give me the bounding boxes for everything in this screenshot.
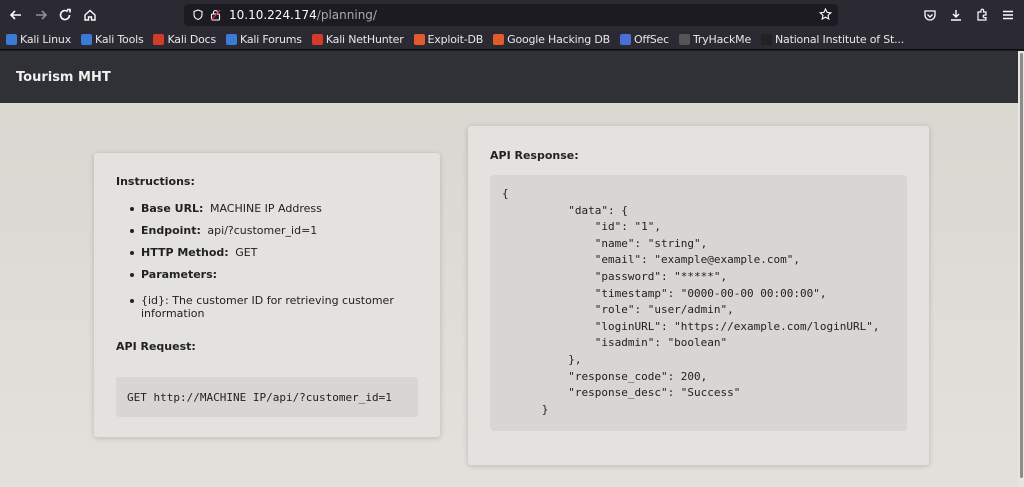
instructions-list: Base URL: MACHINE IP Address Endpoint: a… xyxy=(116,202,418,281)
instructions-heading: Instructions: xyxy=(116,175,195,188)
scrollbar-thumb[interactable] xyxy=(1020,53,1023,478)
instruction-parameters: Parameters: xyxy=(116,268,418,281)
shield-icon[interactable] xyxy=(192,9,204,21)
scrollbar[interactable] xyxy=(1018,51,1024,487)
instruction-endpoint: Endpoint: api/?customer_id=1 xyxy=(116,224,418,237)
extensions-icon[interactable] xyxy=(972,5,992,25)
api-request-text: GET http://MACHINE IP/api/?customer_id=1 xyxy=(127,390,392,404)
response-card: API Response: { "data": { "id": "1", "na… xyxy=(468,126,929,465)
bookmarks-bar: Kali Linux Kali Tools Kali Docs Kali Forums… xyxy=(0,30,1024,50)
bookmark-favicon-icon xyxy=(311,34,323,45)
bookmark-label: Kali NetHunter xyxy=(325,33,404,46)
bookmark-favicon-icon xyxy=(6,34,17,45)
bookmark-favicon-icon xyxy=(153,34,165,45)
home-icon[interactable] xyxy=(80,5,100,25)
instruction-label: Parameters: xyxy=(141,268,218,281)
bookmark-label: Google Hacking DB xyxy=(507,33,610,46)
bullet xyxy=(130,273,134,277)
url-host: 10.10.224.174 xyxy=(229,8,317,22)
bookmark-item[interactable]: Kali Linux xyxy=(6,33,71,46)
instruction-label: HTTP Method: xyxy=(141,246,229,259)
bookmark-star-icon[interactable] xyxy=(819,8,832,21)
bookmark-label: Kali Forums xyxy=(240,33,302,46)
downloads-icon[interactable] xyxy=(946,5,966,25)
bookmark-label: National Institute of St... xyxy=(775,33,905,46)
instruction-label: Base URL: xyxy=(141,202,204,215)
api-response-heading: API Response: xyxy=(490,149,579,162)
instructions-card: Instructions: Base URL: MACHINE IP Addre… xyxy=(94,153,440,437)
browser-toolbar: 10.10.224.174/planning/ xyxy=(0,0,1024,30)
bullet xyxy=(130,229,134,233)
bookmark-label: TryHackMe xyxy=(692,33,752,46)
api-response-body: { "data": { "id": "1", "name": "string",… xyxy=(502,187,880,416)
bookmark-item[interactable]: Kali NetHunter xyxy=(311,33,404,46)
api-request-heading: API Request: xyxy=(116,340,196,353)
bookmark-label: Exploit-DB xyxy=(427,33,484,46)
bookmark-item[interactable]: Kali Forums xyxy=(226,33,302,46)
instruction-value: GET xyxy=(235,246,258,259)
bookmark-label: OffSec xyxy=(633,33,669,46)
bookmark-favicon-icon xyxy=(226,34,238,45)
parameter-text: {id}: The customer ID for retrieving cus… xyxy=(141,294,394,320)
site-title: Tourism MHT xyxy=(16,69,111,85)
bookmark-item[interactable]: Kali Tools xyxy=(81,33,144,46)
bookmark-item[interactable]: Kali Docs xyxy=(153,33,216,46)
instruction-method: HTTP Method: GET xyxy=(116,246,418,259)
instruction-value: api/?customer_id=1 xyxy=(207,224,318,237)
instruction-label: Endpoint: xyxy=(141,224,201,237)
address-bar[interactable]: 10.10.224.174/planning/ xyxy=(184,4,838,26)
bookmark-label: Kali Tools xyxy=(95,33,144,46)
bookmark-label: Kali Linux xyxy=(20,33,72,46)
menu-icon[interactable] xyxy=(998,5,1018,25)
instruction-value: MACHINE IP Address xyxy=(209,202,322,215)
forward-icon[interactable] xyxy=(31,5,51,25)
bookmark-item[interactable]: National Institute of St... xyxy=(761,33,904,46)
bookmark-favicon-icon xyxy=(493,34,505,45)
api-response-code: { "data": { "id": "1", "name": "string",… xyxy=(490,175,907,431)
site-header: Tourism MHT xyxy=(0,51,1024,103)
parameter-description: {id}: The customer ID for retrieving cus… xyxy=(116,294,418,320)
bullet xyxy=(130,207,134,211)
bookmark-label: Kali Docs xyxy=(167,33,217,46)
bookmark-favicon-icon xyxy=(678,34,690,45)
url-path: /planning/ xyxy=(316,8,377,22)
api-request-code: GET http://MACHINE IP/api/?customer_id=1 xyxy=(116,377,418,417)
toolbar-right xyxy=(914,5,1024,25)
insecure-lock-icon[interactable] xyxy=(210,9,221,21)
bookmark-item[interactable]: Google Hacking DB xyxy=(493,33,610,46)
bookmark-favicon-icon xyxy=(761,34,773,45)
bookmark-item[interactable]: Exploit-DB xyxy=(413,33,484,46)
instruction-base-url: Base URL: MACHINE IP Address xyxy=(116,202,418,215)
reload-icon[interactable] xyxy=(55,5,75,25)
bookmark-item[interactable]: OffSec xyxy=(619,33,669,46)
bullet xyxy=(130,251,134,255)
pocket-icon[interactable] xyxy=(920,5,940,25)
bookmark-favicon-icon xyxy=(413,34,425,45)
bullet xyxy=(130,299,134,303)
back-icon[interactable] xyxy=(6,5,26,25)
bookmark-favicon-icon xyxy=(81,34,93,45)
bookmark-item[interactable]: TryHackMe xyxy=(678,33,752,46)
bookmark-favicon-icon xyxy=(619,34,631,45)
page-content: Tourism MHT Instructions: Base URL: MACH… xyxy=(0,51,1024,487)
